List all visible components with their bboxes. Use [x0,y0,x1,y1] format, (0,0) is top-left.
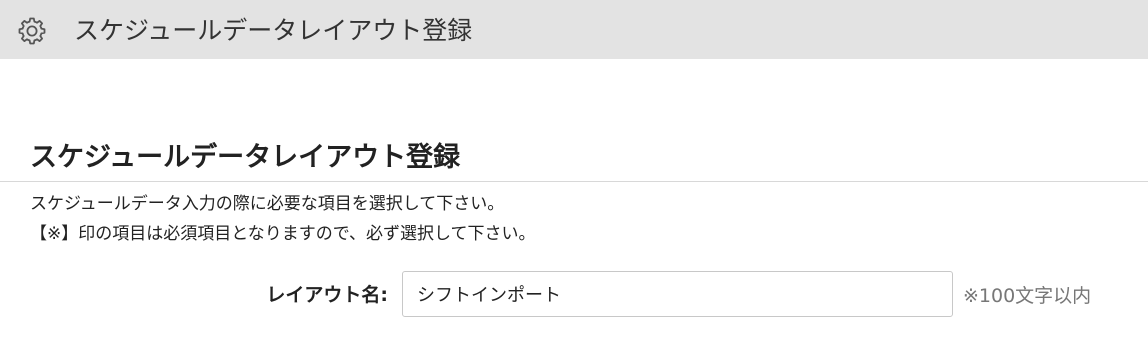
layout-name-note: ※100文字以内 [963,285,1092,307]
gear-icon[interactable] [17,16,47,46]
header-title: スケジュールデータレイアウト登録 [74,16,473,45]
divider [0,181,1148,182]
layout-name-input[interactable] [402,271,953,317]
page-title: スケジュールデータレイアウト登録 [30,142,461,173]
layout-name-label: レイアウト名: [266,284,388,306]
description-line-1: スケジュールデータ入力の際に必要な項目を選択して下さい。 [30,194,505,214]
description-line-2: 【※】印の項目は必須項目となりますので、必ず選択して下さい。 [30,224,536,244]
header-bar: スケジュールデータレイアウト登録 [0,0,1148,59]
